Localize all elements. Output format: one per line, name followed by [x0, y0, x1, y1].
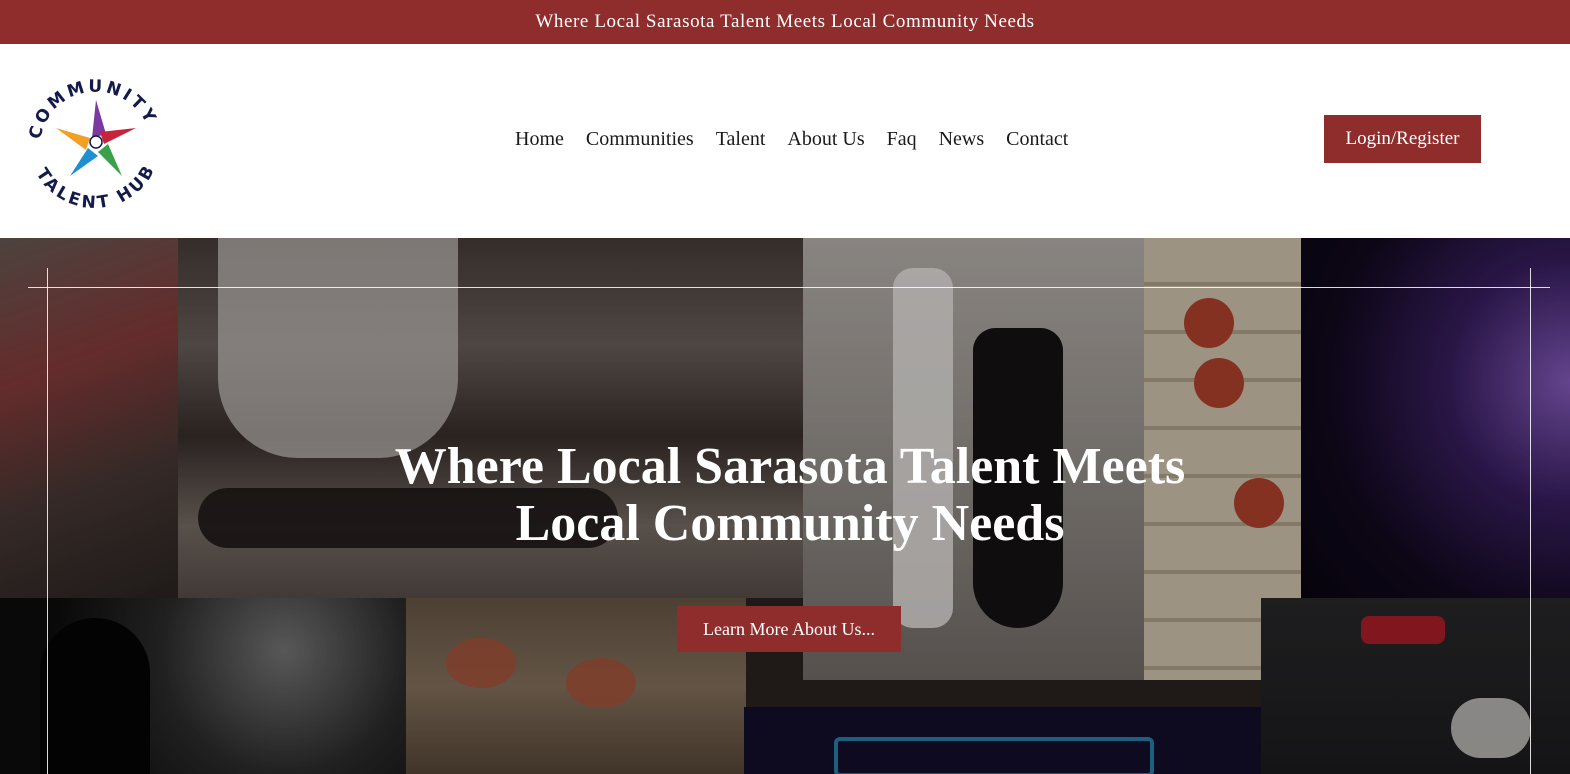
logo-bottom-text: TALENT HUB	[32, 160, 157, 213]
nav-talent[interactable]: Talent	[716, 128, 766, 151]
frame-line-left	[47, 268, 48, 774]
community-talent-hub-logo[interactable]: COMMUNITY TALENT HUB	[20, 64, 170, 214]
announcement-text: Where Local Sarasota Talent Meets Local …	[535, 11, 1035, 32]
login-register-button[interactable]: Login/Register	[1324, 115, 1481, 163]
star-icon	[56, 100, 136, 176]
site-header: COMMUNITY TALENT HUB Home Communities Ta…	[0, 44, 1570, 238]
frame-line-right	[1530, 268, 1531, 774]
learn-more-button[interactable]: Learn More About Us...	[677, 606, 901, 652]
hero-title-line-1: Where Local Sarasota Talent Meets	[394, 438, 1186, 495]
hero-title-line-2: Local Community Needs	[515, 495, 1065, 552]
nav-about-us[interactable]: About Us	[787, 128, 864, 151]
nav-home[interactable]: Home	[515, 128, 564, 151]
hero-section: Where Local Sarasota Talent Meets Local …	[0, 238, 1570, 774]
announcement-bar: Where Local Sarasota Talent Meets Local …	[0, 0, 1570, 44]
nav-faq[interactable]: Faq	[887, 128, 917, 151]
frame-line-top	[28, 287, 1550, 288]
hero-title: Where Local Sarasota Talent Meets Local …	[385, 438, 1195, 552]
nav-communities[interactable]: Communities	[586, 128, 694, 151]
svg-text:TALENT HUB: TALENT HUB	[32, 160, 160, 213]
nav-contact[interactable]: Contact	[1006, 128, 1068, 151]
main-nav: Home Communities Talent About Us Faq New…	[515, 124, 1068, 154]
nav-news[interactable]: News	[939, 128, 985, 151]
